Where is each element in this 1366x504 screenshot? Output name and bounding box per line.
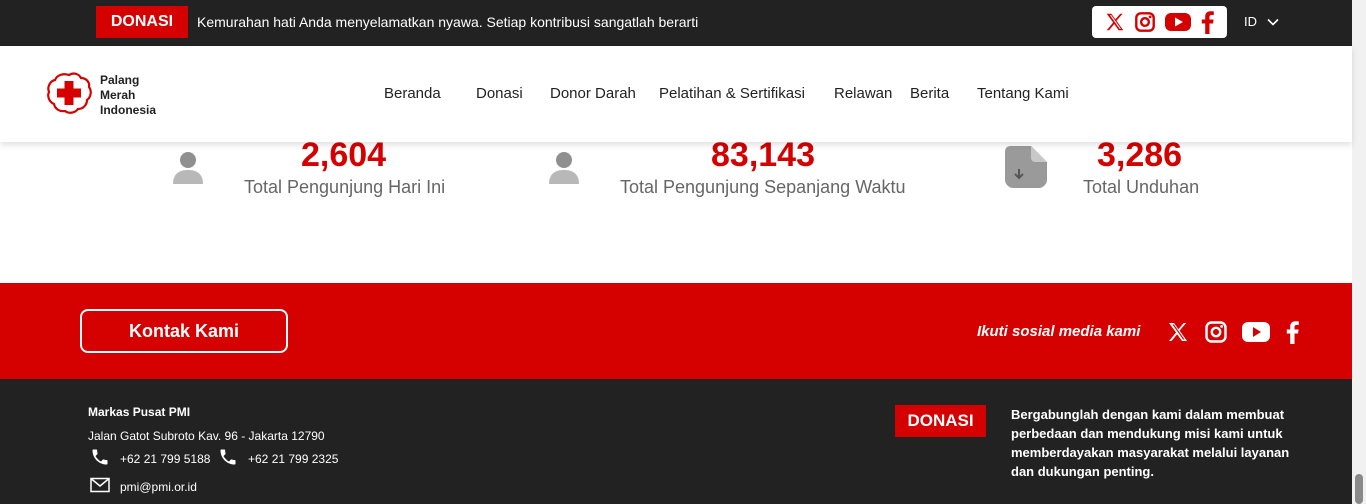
nav-item-berita[interactable]: Berita: [910, 85, 949, 102]
visitor-stats: 2,604 Total Pengunjung Hari Ini 83,143 T…: [0, 136, 1352, 283]
social-links-top: [1092, 6, 1227, 38]
instagram-icon[interactable]: [1204, 320, 1228, 349]
follow-social-label: Ikuti sosial media kami: [977, 323, 1141, 340]
social-links-band: [1166, 319, 1300, 350]
facebook-icon[interactable]: [1199, 10, 1215, 34]
stat-downloads-label: Total Unduhan: [1083, 177, 1200, 197]
main-header: Palang Merah Indonesia Beranda Donasi Do…: [0, 46, 1352, 142]
email-address: pmi@pmi.or.id: [120, 479, 197, 494]
phone-1-number: +62 21 799 5188: [120, 451, 211, 466]
hq-address: Jalan Gatot Subroto Kav. 96 - Jakarta 12…: [88, 429, 325, 443]
top-bar: DONASI Kemurahan hati Anda menyelamatkan…: [0, 0, 1352, 46]
envelope-icon: [90, 477, 110, 496]
user-icon: [548, 150, 580, 189]
user-icon: [172, 150, 204, 189]
nav-item-pelatihan[interactable]: Pelatihan & Sertifikasi: [659, 85, 805, 102]
phone-icon: [90, 447, 110, 470]
hq-title: Markas Pusat PMI: [88, 405, 191, 419]
stat-visitors-total-label: Total Pengunjung Sepanjang Waktu: [620, 177, 906, 197]
phone-icon: [218, 447, 238, 470]
nav-item-beranda[interactable]: Beranda: [384, 85, 441, 102]
nav-item-relawan[interactable]: Relawan: [834, 85, 892, 102]
scrollbar-thumb[interactable]: [1355, 474, 1363, 504]
email-link[interactable]: pmi@pmi.or.id: [90, 477, 197, 496]
phone-2-number: +62 21 799 2325: [248, 451, 339, 466]
instagram-icon[interactable]: [1134, 11, 1156, 33]
download-file-icon: [1005, 146, 1047, 193]
main-nav: Beranda Donasi Donor Darah Pelatihan & S…: [0, 85, 1352, 105]
footer: Markas Pusat PMI Jalan Gatot Subroto Kav…: [0, 379, 1352, 504]
facebook-icon[interactable]: [1284, 319, 1300, 350]
contact-band: Kontak Kami Ikuti sosial media kami: [0, 283, 1352, 379]
stat-visitors-today-label: Total Pengunjung Hari Ini: [244, 177, 446, 197]
page: DONASI Kemurahan hati Anda menyelamatkan…: [0, 0, 1366, 504]
language-code: ID: [1244, 14, 1257, 29]
nav-item-donor-darah[interactable]: Donor Darah: [550, 85, 636, 102]
nav-item-tentang-kami[interactable]: Tentang Kami: [977, 85, 1069, 102]
youtube-icon[interactable]: [1164, 12, 1191, 32]
phone-1[interactable]: +62 21 799 5188: [90, 447, 210, 470]
phone-2[interactable]: +62 21 799 2325: [218, 447, 338, 470]
x-twitter-icon[interactable]: [1166, 320, 1190, 349]
logo-line-3: Indonesia: [100, 103, 157, 117]
donate-button[interactable]: DONASI: [96, 6, 188, 38]
x-twitter-icon[interactable]: [1104, 11, 1126, 33]
language-selector[interactable]: ID: [1244, 14, 1279, 29]
mission-statement: Bergabunglah dengan kami dalam membuat p…: [1011, 407, 1290, 479]
youtube-icon[interactable]: [1242, 321, 1270, 348]
contact-button[interactable]: Kontak Kami: [80, 309, 288, 353]
nav-item-donasi[interactable]: Donasi: [476, 85, 523, 102]
page-scrollbar[interactable]: [1352, 0, 1366, 504]
footer-donate-button[interactable]: DONASI: [895, 405, 986, 437]
chevron-down-icon: [1267, 14, 1279, 29]
donation-tagline: Kemurahan hati Anda menyelamatkan nyawa.…: [197, 14, 699, 30]
